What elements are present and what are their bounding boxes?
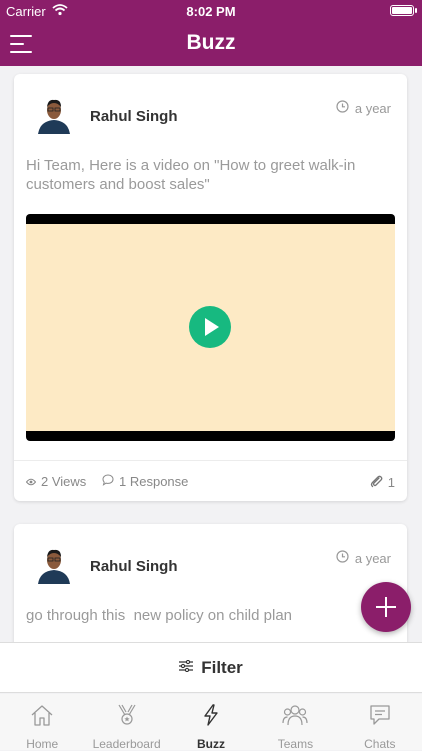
post-footer: 2 Views 1 Response 1	[25, 474, 395, 491]
responses-label: 1 Response	[119, 474, 189, 489]
post-card[interactable]: Rahul Singh a year Hi Team, Here is a vi…	[14, 74, 407, 501]
video-player[interactable]	[26, 214, 395, 441]
tab-teams[interactable]: Teams	[253, 694, 337, 751]
home-icon	[30, 704, 54, 731]
tab-home[interactable]: Home	[0, 694, 84, 751]
tab-label: Teams	[277, 737, 314, 751]
responses-count[interactable]: 1 Response	[102, 474, 188, 489]
status-time: 8:02 PM	[186, 4, 236, 19]
author-name[interactable]: Rahul Singh	[90, 558, 178, 575]
nav-bar: Buzz	[0, 22, 422, 66]
post-time-label: a year	[354, 100, 391, 116]
comment-icon	[102, 474, 114, 489]
filter-button[interactable]: Filter	[0, 642, 422, 693]
tab-leaderboard[interactable]: Leaderboard	[84, 694, 168, 751]
buzz-feed[interactable]: Rahul Singh a year Hi Team, Here is a vi…	[0, 66, 422, 642]
tab-label: Buzz	[197, 737, 226, 751]
post-time-label: a year	[354, 550, 391, 566]
post-card[interactable]: Rahul Singh a year go through this new p…	[14, 524, 407, 642]
play-button[interactable]	[189, 306, 231, 348]
attachment-label: 1	[387, 475, 395, 490]
filter-label: Filter	[201, 657, 243, 677]
team-icon	[282, 704, 309, 731]
post-message: Hi Team, Here is a video on "How to gree…	[26, 157, 356, 193]
clock-icon	[336, 100, 349, 116]
post-message: go through this new policy on child plan	[26, 607, 293, 624]
tab-chats[interactable]: Chats	[338, 694, 422, 751]
tab-buzz[interactable]: Buzz	[169, 694, 253, 751]
author-name[interactable]: Rahul Singh	[90, 108, 178, 125]
tab-bar: Home Leaderboard Buzz Teams Chats	[0, 694, 422, 751]
add-post-button[interactable]	[361, 582, 411, 632]
avatar[interactable]	[34, 94, 74, 134]
eye-icon	[25, 474, 37, 489]
tab-label: Home	[26, 737, 59, 751]
battery-icon	[390, 5, 414, 16]
status-bar: Carrier 8:02 PM	[0, 0, 422, 22]
page-title: Buzz	[186, 31, 236, 54]
tab-label: Leaderboard	[92, 737, 161, 751]
attachment-count[interactable]: 1	[369, 474, 395, 491]
medal-icon	[115, 704, 139, 731]
filter-sliders-icon	[179, 659, 194, 677]
paperclip-icon	[369, 474, 383, 491]
avatar[interactable]	[34, 544, 74, 584]
tab-label: Chats	[364, 737, 396, 751]
views-label: 2 Views	[41, 474, 87, 489]
lightning-icon	[199, 704, 223, 731]
battery-tip	[415, 8, 417, 13]
clock-icon	[336, 550, 349, 566]
chat-icon	[368, 704, 392, 731]
divider	[14, 460, 407, 461]
post-time: a year	[336, 100, 391, 116]
post-time: a year	[336, 550, 391, 566]
views-count[interactable]: 2 Views	[25, 474, 87, 489]
